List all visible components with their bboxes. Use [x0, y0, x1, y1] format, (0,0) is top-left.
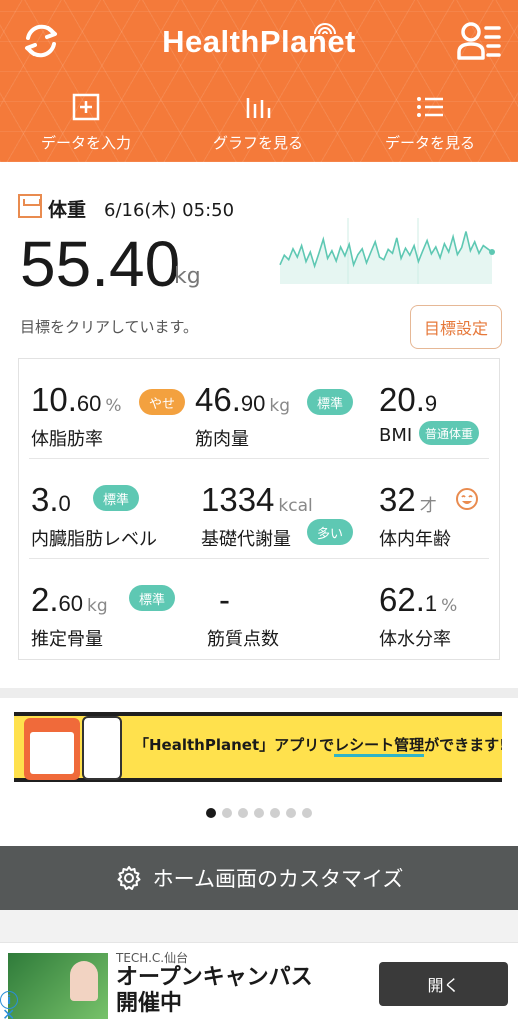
metric-label: 体水分率 — [379, 629, 451, 650]
metric-label: 基礎代謝量 — [201, 529, 291, 550]
status-badge: 標準 — [307, 389, 354, 415]
view-graph-button[interactable]: グラフを見る — [172, 92, 344, 160]
ad-sponsor: TECH.C.仙台 — [116, 951, 189, 965]
metric-basal-metabolism[interactable]: 1334 kcal 基礎代謝量 多い — [189, 459, 359, 555]
weight-title: 体重 — [48, 199, 87, 221]
carousel-dot[interactable] — [206, 808, 216, 818]
carousel-dot[interactable] — [302, 808, 312, 818]
section-divider — [0, 910, 518, 942]
metric-visceral-fat[interactable]: 3.0 内臓脂肪レベル 標準 — [19, 459, 189, 555]
input-data-label: データを入力 — [40, 134, 131, 152]
signal-wave-icon — [314, 23, 336, 35]
metric-label: 内臓脂肪レベル — [31, 529, 157, 550]
view-graph-label: グラフを見る — [212, 134, 303, 152]
carousel-dot[interactable] — [286, 808, 296, 818]
ad-title[interactable]: オープンキャンパス 開催中 — [116, 965, 366, 1017]
metric-muscle-mass[interactable]: 46.90 kg 筋肉量 標準 — [183, 359, 354, 455]
brand-logo: HealthPlanet — [162, 24, 356, 59]
smiley-face-icon — [456, 488, 478, 510]
carousel-dot[interactable] — [270, 808, 280, 818]
status-badge: 標準 — [93, 485, 140, 511]
metric-label: 推定骨量 — [31, 629, 103, 650]
customize-home-button[interactable]: ホーム画面のカスタマイズ — [0, 846, 518, 910]
weight-unit: kg — [174, 264, 201, 289]
weight-trend-sparkline[interactable] — [278, 214, 496, 290]
status-badge: やせ — [139, 389, 186, 415]
scale-icon — [18, 194, 42, 218]
carousel-dot[interactable] — [238, 808, 248, 818]
ad-image[interactable] — [8, 953, 108, 1019]
phone-illustration — [82, 716, 122, 780]
gear-icon — [117, 866, 141, 890]
view-data-button[interactable]: データを見る — [344, 92, 516, 160]
carousel-dot[interactable] — [222, 808, 232, 818]
metric-label: 体脂肪率 — [31, 429, 103, 450]
customize-label: ホーム画面のカスタマイズ — [152, 867, 404, 891]
promo-banner[interactable]: 「HealthPlanet」アプリでレシート管理ができます! — [14, 712, 502, 782]
status-badge: 普通体重 — [419, 421, 480, 445]
view-data-label: データを見る — [384, 134, 475, 152]
sparkline-latest-point — [489, 249, 495, 255]
weight-value[interactable]: 55.40 — [20, 228, 180, 300]
metric-bone-mass[interactable]: 2.60 kg 推定骨量 標準 — [19, 559, 189, 655]
list-icon — [417, 97, 443, 117]
status-badge: 多い — [307, 519, 354, 545]
weight-date: 6/16(木) 05:50 — [104, 200, 235, 221]
metric-body-fat[interactable]: 10.60% 体脂肪率 やせ — [19, 359, 189, 455]
metric-bmi[interactable]: 20.9 BMI 普通体重 — [367, 359, 501, 455]
bar-graph-icon — [246, 98, 271, 118]
metric-body-water[interactable]: 62.1% 体水分率 — [367, 559, 501, 655]
metric-label: BMI — [379, 425, 413, 446]
metric-muscle-quality[interactable]: - 筋質点数 — [189, 559, 359, 655]
body-composition-grid: 10.60% 体脂肪率 やせ 46.90 kg 筋肉量 標準 20.9 BMI 普… — [18, 358, 500, 660]
metric-label: 筋肉量 — [195, 429, 249, 450]
goal-setting-button[interactable]: 目標設定 — [410, 305, 502, 349]
metric-body-age[interactable]: 32 才 体内年齢 — [367, 459, 501, 555]
carousel-dot[interactable] — [254, 808, 264, 818]
carousel-pagination[interactable] — [0, 808, 518, 822]
metric-label: 筋質点数 — [207, 629, 279, 650]
ad-open-button[interactable]: 開く — [379, 962, 508, 1006]
status-badge: 標準 — [129, 585, 176, 611]
app-header: HealthPlanet データを入力 グラフを見る データを見る — [0, 0, 518, 162]
close-icon[interactable]: ✕ — [2, 1005, 15, 1024]
phone-illustration — [24, 718, 80, 780]
banner-text: 「HealthPlanet」アプリでレシート管理ができます! — [134, 734, 502, 757]
input-data-button[interactable]: データを入力 — [0, 92, 172, 160]
goal-message: 目標をクリアしています。 — [20, 318, 199, 336]
section-divider — [0, 688, 518, 698]
plus-square-icon — [72, 93, 100, 121]
user-menu-icon[interactable] — [456, 18, 502, 64]
metric-label: 体内年齢 — [379, 529, 451, 550]
